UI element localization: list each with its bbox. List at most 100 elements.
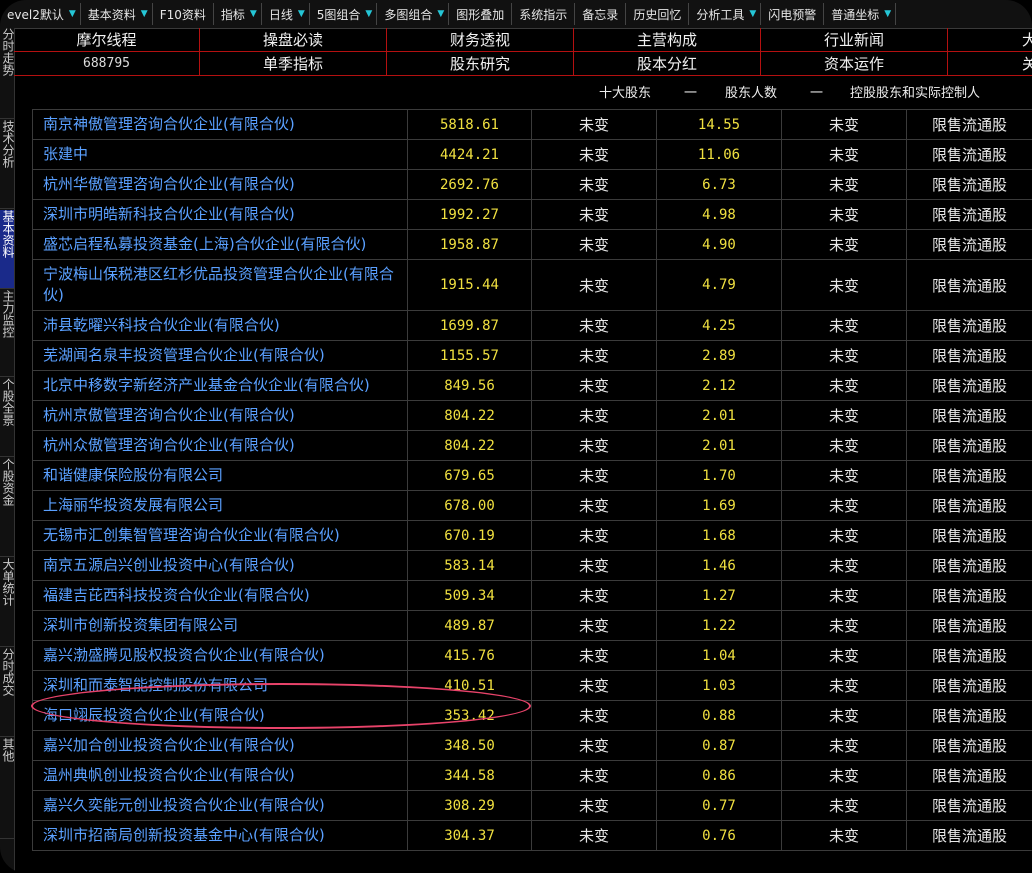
- toolbar-item[interactable]: 日线 ▼: [262, 3, 310, 25]
- cell-change: 未变: [531, 340, 657, 371]
- subnav-holder-count-link[interactable]: 股东人数: [725, 82, 777, 101]
- dropdown-arrow-icon[interactable]: ▼: [69, 9, 76, 19]
- table-row[interactable]: 嘉兴久奕能元创业投资合伙企业(有限合伙) 308.29 未变 0.77 未变 限售流通股: [32, 790, 1032, 821]
- side-tab[interactable]: 大单统计: [0, 558, 14, 647]
- table-row[interactable]: 海口翊辰投资合伙企业(有限合伙) 353.42 未变 0.88 未变 限售流通股: [32, 700, 1032, 731]
- side-tab[interactable]: 技术分析: [0, 120, 14, 209]
- cell-name: 深圳市招商局创新投资基金中心(有限合伙): [32, 820, 408, 851]
- dropdown-arrow-icon[interactable]: ▼: [365, 9, 372, 19]
- toolbar-item[interactable]: 分析工具 ▼: [689, 3, 762, 25]
- dropdown-arrow-icon[interactable]: ▼: [749, 9, 756, 19]
- cell-name: 嘉兴久奕能元创业投资合伙企业(有限合伙): [32, 790, 408, 821]
- table-row[interactable]: 嘉兴加合创业投资合伙企业(有限合伙) 348.50 未变 0.87 未变 限售流通股: [32, 730, 1032, 761]
- cell-ratio: 1.03: [656, 670, 782, 701]
- cell-shares: 2692.76: [407, 169, 532, 200]
- nav-tab-zhuying[interactable]: 主营构成: [574, 28, 761, 52]
- cell-type: 限售流通股: [906, 550, 1032, 581]
- side-tab[interactable]: 个股全景: [0, 378, 14, 457]
- cell-change: 未变: [531, 229, 657, 260]
- toolbar-item[interactable]: 备忘录: [575, 3, 627, 25]
- table-row[interactable]: 张建中 4424.21 未变 11.06 未变 限售流通股: [32, 139, 1032, 170]
- table-row[interactable]: 温州典帆创业投资合伙企业(有限合伙) 344.58 未变 0.86 未变 限售流通股: [32, 760, 1032, 791]
- cell-ratio: 1.27: [656, 580, 782, 611]
- table-row[interactable]: 和谐健康保险股份有限公司 679.65 未变 1.70 未变 限售流通股: [32, 460, 1032, 491]
- toolbar-item-label: 闪电预警: [768, 7, 817, 22]
- dropdown-arrow-icon[interactable]: ▼: [250, 9, 257, 19]
- nav-tab-caopan[interactable]: 操盘必读: [200, 28, 387, 52]
- table-row[interactable]: 北京中移数字新经济产业基金合伙企业(有限合伙) 849.56 未变 2.12 未变 限售流…: [32, 370, 1032, 401]
- table-row[interactable]: 芜湖闻名泉丰投资管理合伙企业(有限合伙) 1155.57 未变 2.89 未变 限售流通股: [32, 340, 1032, 371]
- cell-type: 限售流通股: [906, 580, 1032, 611]
- toolbar-item[interactable]: F10资料: [153, 3, 214, 25]
- cell-shares: 804.22: [407, 430, 532, 461]
- side-tab[interactable]: 分时成交: [0, 648, 14, 737]
- subnav-top10-link[interactable]: 十大股东: [599, 82, 651, 101]
- nav-tab-caiwu[interactable]: 财务透视: [387, 28, 574, 52]
- side-tab[interactable]: 个股资金: [0, 458, 14, 557]
- dropdown-arrow-icon[interactable]: ▼: [437, 9, 444, 19]
- cell-name: 宁波梅山保税港区红杉优品投资管理合伙企业(有限合伙): [32, 259, 408, 311]
- table-row[interactable]: 沛县乾曜兴科技合伙企业(有限合伙) 1699.87 未变 4.25 未变 限售流通股: [32, 310, 1032, 341]
- subnav-controller-link[interactable]: 控股股东和实际控制人: [850, 82, 980, 101]
- cell-change2: 未变: [781, 610, 907, 641]
- table-row[interactable]: 盛芯启程私募投资基金(上海)合伙企业(有限合伙) 1958.87 未变 4.90 未变限…: [32, 229, 1032, 260]
- toolbar-item-label: 多图组合: [384, 7, 433, 22]
- cell-change: 未变: [531, 199, 657, 230]
- table-row[interactable]: 深圳和而泰智能控制股份有限公司 410.51 未变 1.03 未变 限售流通股: [32, 670, 1032, 701]
- cell-type: 限售流通股: [906, 490, 1032, 521]
- cell-shares: 304.37: [407, 820, 532, 851]
- toolbar-item[interactable]: 5图组合 ▼: [310, 3, 378, 25]
- nav-tab-ziben[interactable]: 资本运作: [761, 52, 948, 76]
- table-row[interactable]: 宁波梅山保税港区红杉优品投资管理合伙企业(有限合伙) 1915.44 未变 4.79 未…: [32, 259, 1032, 311]
- shareholder-table-wrap[interactable]: 南京神傲管理咨询合伙企业(有限合伙) 5818.61 未变 14.55 未变 限售流通股张…: [32, 109, 1032, 873]
- table-row[interactable]: 杭州京傲管理咨询合伙企业(有限合伙) 804.22 未变 2.01 未变 限售流通股: [32, 400, 1032, 431]
- cell-name: 深圳市明皓新科技合伙企业(有限合伙): [32, 199, 408, 230]
- table-row[interactable]: 杭州华傲管理咨询合伙企业(有限合伙) 2692.76 未变 6.73 未变 限售流通股: [32, 169, 1032, 200]
- cell-shares: 415.76: [407, 640, 532, 671]
- stock-name[interactable]: 摩尔线程: [14, 28, 200, 52]
- side-tab[interactable]: 其他: [0, 738, 14, 839]
- cell-ratio: 6.73: [656, 169, 782, 200]
- nav-tab-guben[interactable]: 股本分红: [574, 52, 761, 76]
- side-tab[interactable]: 分时走势: [0, 28, 14, 119]
- dropdown-arrow-icon[interactable]: ▼: [884, 9, 891, 19]
- table-row[interactable]: 福建吉芘西科技投资合伙企业(有限合伙) 509.34 未变 1.27 未变 限售流通股: [32, 580, 1032, 611]
- toolbar-item[interactable]: 闪电预警: [761, 3, 825, 25]
- table-row[interactable]: 深圳市招商局创新投资基金中心(有限合伙) 304.37 未变 0.76 未变 限售流通股: [32, 820, 1032, 851]
- subnav-separator: 一: [684, 86, 698, 101]
- table-row[interactable]: 深圳市创新投资集团有限公司 489.87 未变 1.22 未变 限售流通股: [32, 610, 1032, 641]
- cell-shares: 804.22: [407, 400, 532, 431]
- nav-tab-hangye[interactable]: 行业新闻: [761, 28, 948, 52]
- table-row[interactable]: 无锡市汇创集智管理咨询合伙企业(有限合伙) 670.19 未变 1.68 未变 限售流通股: [32, 520, 1032, 551]
- toolbar-item[interactable]: 基本资料 ▼: [81, 3, 153, 25]
- toolbar-item[interactable]: 系统指示: [512, 3, 576, 25]
- table-row[interactable]: 南京神傲管理咨询合伙企业(有限合伙) 5818.61 未变 14.55 未变 限售流通股: [32, 109, 1032, 140]
- table-row[interactable]: 南京五源启兴创业投资中心(有限合伙) 583.14 未变 1.46 未变 限售流通股: [32, 550, 1032, 581]
- f10-window: evel2默认 ▼ 基本资料 ▼ F10资料 指标 ▼ 日线 ▼ 5图组合 ▼ 多图组合 ▼ 图形叠加 系统…: [0, 0, 1032, 873]
- toolbar-item[interactable]: 多图组合 ▼: [377, 3, 450, 25]
- nav-tab-dashi[interactable]: 大事: [948, 28, 1032, 52]
- table-row[interactable]: 杭州众傲管理咨询合伙企业(有限合伙) 804.22 未变 2.01 未变 限售流通股: [32, 430, 1032, 461]
- toolbar-item[interactable]: 指标 ▼: [214, 3, 262, 25]
- dropdown-arrow-icon[interactable]: ▼: [298, 9, 305, 19]
- dropdown-arrow-icon[interactable]: ▼: [141, 9, 148, 19]
- cell-name: 无锡市汇创集智管理咨询合伙企业(有限合伙): [32, 520, 408, 551]
- toolbar-item[interactable]: 普通坐标 ▼: [824, 3, 897, 25]
- cell-name: 张建中: [32, 139, 408, 170]
- cell-shares: 4424.21: [407, 139, 532, 170]
- toolbar-item[interactable]: 历史回忆: [626, 3, 690, 25]
- side-tab[interactable]: 主力监控: [0, 290, 14, 377]
- nav-tab-danji[interactable]: 单季指标: [200, 52, 387, 76]
- cell-shares: 509.34: [407, 580, 532, 611]
- nav-tab-gudong[interactable]: 股东研究: [387, 52, 574, 76]
- table-row[interactable]: 深圳市明皓新科技合伙企业(有限合伙) 1992.27 未变 4.98 未变 限售流通股: [32, 199, 1032, 230]
- toolbar-item[interactable]: 图形叠加: [449, 3, 513, 25]
- cell-type: 限售流通股: [906, 400, 1032, 431]
- cell-shares: 678.00: [407, 490, 532, 521]
- toolbar-item[interactable]: evel2默认 ▼: [0, 3, 81, 25]
- cell-name: 杭州华傲管理咨询合伙企业(有限合伙): [32, 169, 408, 200]
- table-row[interactable]: 上海丽华投资发展有限公司 678.00 未变 1.69 未变 限售流通股: [32, 490, 1032, 521]
- side-tab[interactable]: 基本资料: [0, 210, 14, 289]
- nav-tab-guanlian[interactable]: 关联: [948, 52, 1032, 76]
- table-row[interactable]: 嘉兴渤盛腾见股权投资合伙企业(有限合伙) 415.76 未变 1.04 未变 限售流通股: [32, 640, 1032, 671]
